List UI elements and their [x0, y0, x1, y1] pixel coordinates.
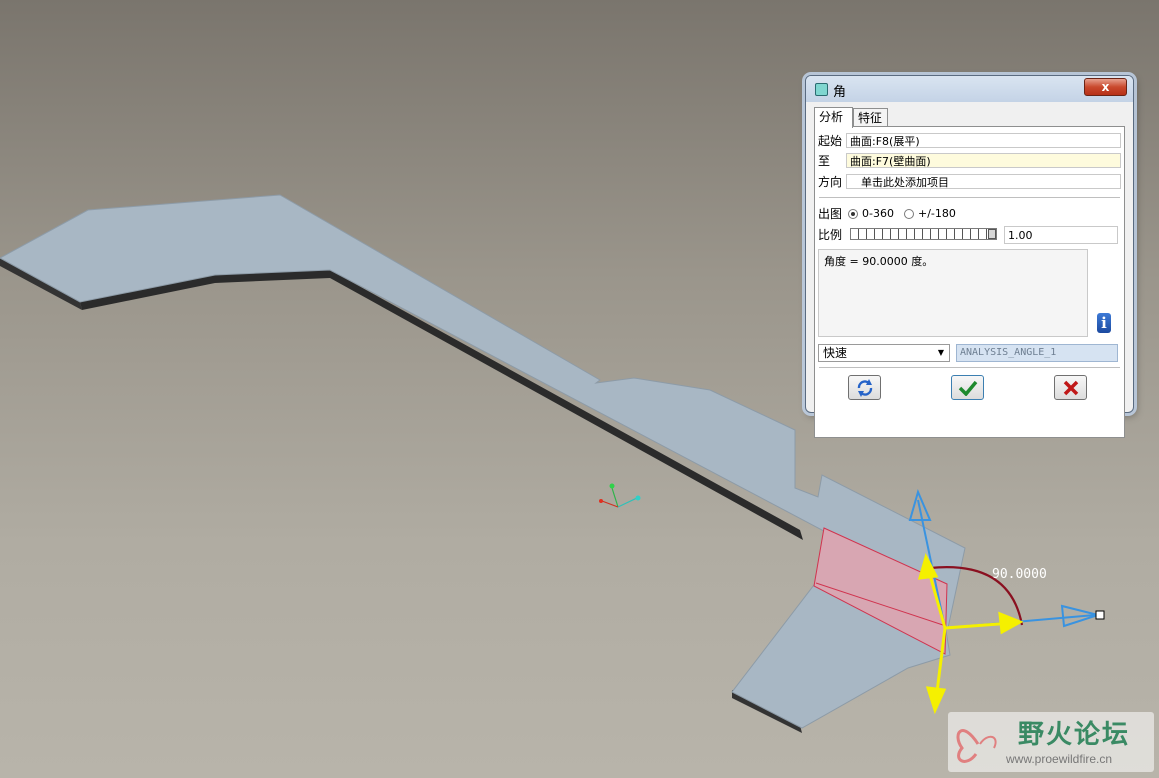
radio-0-360-label: 0-360 [862, 207, 894, 220]
radio-plus-minus-180[interactable] [904, 209, 914, 219]
scale-input[interactable]: 1.00 [1004, 226, 1118, 244]
info-icon[interactable]: i [1097, 313, 1111, 333]
watermark-url: www.proewildfire.cn [1006, 752, 1113, 766]
refresh-icon [857, 378, 872, 397]
from-label: 起始 [818, 134, 843, 148]
watermark-title: 野火论坛 [1018, 720, 1131, 750]
close-button[interactable]: x [1084, 78, 1127, 96]
tab-analysis[interactable]: 分析 [814, 107, 853, 128]
analysis-name-field[interactable]: ANALYSIS_ANGLE_1 [956, 344, 1118, 362]
scale-slider-thumb[interactable] [988, 229, 996, 239]
x-icon [1063, 380, 1078, 395]
title-bar[interactable]: 角 x [806, 76, 1133, 102]
checkmark-icon [958, 380, 977, 396]
from-field[interactable]: 曲面:F8(展平) [846, 133, 1121, 148]
dialog-title: 角 [833, 85, 847, 100]
to-label: 至 [818, 154, 831, 168]
analysis-panel: 起始 曲面:F8(展平) 至 曲面:F7(壁曲面) 方向 单击此处添加项目 出图… [814, 126, 1125, 438]
radio-plus-minus-180-label: +/-180 [918, 207, 956, 220]
repeat-button[interactable] [848, 375, 881, 400]
direction-label: 方向 [818, 175, 843, 189]
angle-analysis-dialog: 角 x 分析 特征 起始 曲面:F8(展平) 至 曲面:F7(壁曲面) 方向 单… [805, 75, 1134, 438]
tab-feature[interactable]: 特征 [853, 108, 888, 127]
scale-label: 比例 [818, 228, 843, 242]
direction-field[interactable]: 单击此处添加项目 [846, 174, 1121, 189]
separator [819, 367, 1120, 369]
mode-dropdown-value: 快速 [823, 346, 848, 360]
to-field[interactable]: 曲面:F7(壁曲面) [846, 153, 1121, 168]
scale-slider[interactable] [850, 228, 997, 240]
chevron-down-icon: ▼ [937, 348, 944, 357]
drag-handle [1095, 610, 1105, 620]
mode-dropdown[interactable]: 快速 ▼ [818, 344, 950, 362]
dialog-icon [815, 83, 828, 96]
coordinate-triad [599, 483, 641, 508]
radio-0-360[interactable] [848, 209, 858, 219]
ok-button[interactable] [951, 375, 984, 400]
forum-watermark: 野火论坛 www.proewildfire.cn [948, 712, 1154, 772]
angle-annotation: 90.0000 [992, 567, 1047, 582]
output-label: 出图 [818, 207, 843, 221]
result-text: 角度 = 90.0000 度。 [818, 249, 1088, 337]
cancel-button[interactable] [1054, 375, 1087, 400]
separator [819, 197, 1120, 199]
butterfly-logo-icon [956, 729, 997, 763]
